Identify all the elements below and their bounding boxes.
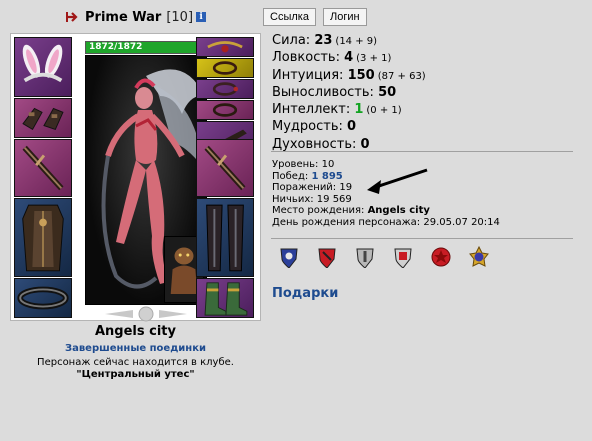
shield-blue-icon[interactable] [279, 246, 299, 268]
stat-row: Выносливость: 50 [272, 85, 426, 102]
birthplace-value: Angels city [367, 205, 430, 217]
leg-armor-icon[interactable] [196, 198, 254, 277]
pointer-arrow [367, 168, 428, 194]
amulet-icon[interactable] [196, 37, 254, 57]
club-text: Персонаж сейчас находится в клубе. [37, 357, 234, 368]
stats-list: Сила: 23 (14 + 9) Ловкость: 4 (3 + 1) Инту… [272, 33, 426, 154]
arrow-right-icon [66, 12, 78, 22]
clan-emblem-icon [85, 306, 207, 322]
stat-row: Интеллект: 1 (0 + 1) [272, 102, 426, 119]
shield-gray-icon[interactable] [355, 246, 375, 268]
stat-extra: (14 + 9) [335, 36, 378, 47]
ring-icon[interactable] [196, 58, 254, 78]
ears-headgear-icon[interactable] [14, 37, 72, 97]
stat-value: 150 [347, 67, 375, 83]
birthplace-label: Место рождения: [272, 205, 365, 217]
shield-red-gray-icon[interactable] [393, 246, 413, 268]
stat-value: 1 [354, 102, 364, 118]
sword-icon[interactable] [14, 139, 72, 197]
stat-label: Интуиция: [272, 67, 344, 83]
stat-value: 0 [360, 136, 370, 152]
stat-value: 23 [314, 33, 333, 48]
stat-row: Интуиция: 150 (87 + 63) [272, 68, 426, 85]
belt-icon[interactable] [14, 278, 72, 318]
hp-bar: 1872/1872 [85, 41, 207, 54]
login-button[interactable]: Логин [323, 8, 367, 26]
badges-row [279, 246, 507, 268]
wins-value: 1 895 [311, 170, 343, 182]
blue-star-icon[interactable] [469, 246, 489, 268]
character-header: Prime War [10] i [66, 8, 207, 26]
link-button[interactable]: Ссылка [263, 8, 316, 26]
character-name: Prime War [85, 9, 162, 25]
club-note: Персонаж сейчас находится в клубе. "Цент… [10, 357, 261, 381]
city-name: Angels city [94, 324, 176, 339]
stat-row: Сила: 23 (14 + 9) [272, 33, 426, 50]
stat-label: Сила: [272, 33, 311, 48]
character-level: [10] [166, 9, 194, 25]
stat-row: Мудрость: 0 [272, 119, 426, 136]
stat-label: Интеллект: [272, 102, 351, 118]
character-panel: 1872/1872 [10, 33, 261, 322]
stat-label: Духовность: [272, 136, 357, 152]
stat-label: Ловкость: [272, 50, 340, 66]
divider [271, 151, 573, 152]
armor-icon[interactable] [14, 198, 72, 277]
finished-fights-link[interactable]: Завершенные поединки [10, 343, 261, 354]
gloves-icon[interactable] [14, 98, 72, 138]
stat-extra: (3 + 1) [356, 53, 392, 65]
red-star-icon[interactable] [431, 246, 451, 268]
stat-extra: (0 + 1) [366, 105, 402, 117]
divider [271, 238, 573, 239]
club-name: "Центральный утес" [76, 369, 195, 380]
ring-icon[interactable] [196, 100, 254, 120]
stat-value: 0 [347, 119, 357, 135]
sword-icon[interactable] [196, 139, 254, 197]
stat-label: Мудрость: [272, 119, 343, 135]
info-birthplace: Место рождения: Angels city [272, 205, 500, 217]
stat-row: Ловкость: 4 (3 + 1) [272, 50, 426, 67]
hp-text: 1872/1872 [89, 42, 143, 52]
wins-label: Побед: [272, 170, 309, 182]
info-icon[interactable]: i [196, 12, 207, 22]
gifts-link[interactable]: Подарки [272, 286, 338, 301]
boots-icon[interactable] [196, 278, 254, 318]
stat-value: 50 [378, 84, 397, 100]
shield-red-icon[interactable] [317, 246, 337, 268]
ring-icon[interactable] [196, 79, 254, 99]
stat-value: 4 [344, 50, 354, 66]
stat-extra: (87 + 63) [377, 70, 426, 82]
info-birthday: День рождения персонажа: 29.05.07 20:14 [272, 216, 500, 228]
stat-label: Выносливость: [272, 84, 374, 100]
